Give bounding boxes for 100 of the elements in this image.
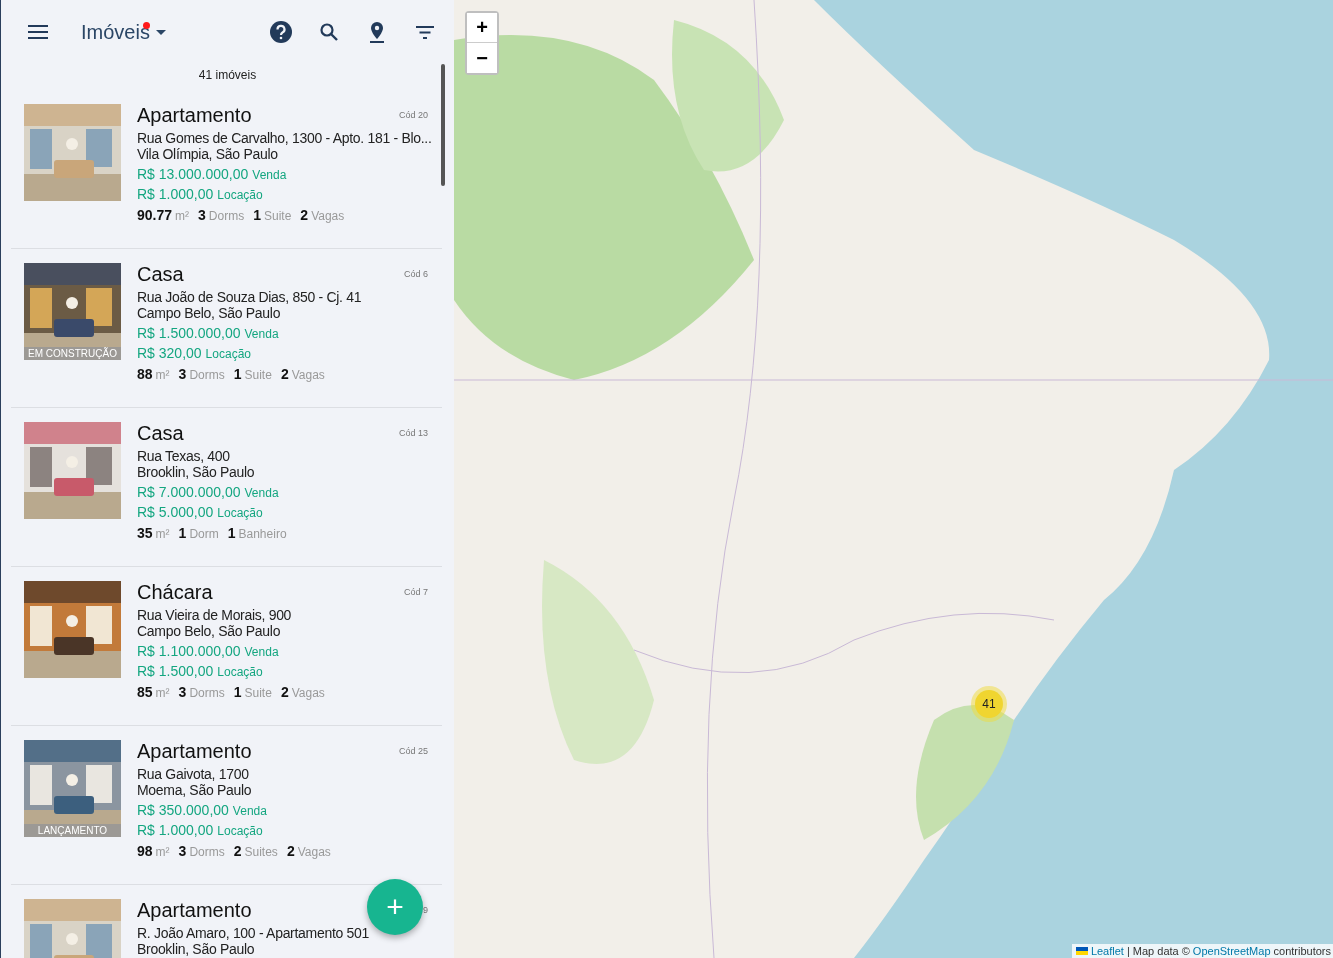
stat-value: 1	[233, 684, 242, 700]
price-label: Venda	[252, 168, 287, 182]
neighborhood-text: Campo Belo, São Paulo	[137, 305, 282, 321]
price-value: R$ 1.000,00	[137, 186, 214, 202]
stat-value: 98	[137, 843, 153, 859]
stat-unit: m²	[175, 209, 190, 223]
stat-value: 1	[178, 525, 187, 541]
property-type: Apartamento	[137, 740, 252, 762]
property-code: Cód 20	[398, 110, 428, 120]
title-dropdown[interactable]: Imóveis	[81, 20, 166, 44]
price-label: Venda	[244, 327, 279, 341]
flag-icon	[1075, 947, 1088, 955]
price-label: Locação	[217, 824, 263, 838]
status-label: EM CONSTRUÇÃO	[24, 347, 121, 360]
stat-unit: Suite	[264, 209, 292, 223]
stat-value: 3	[178, 366, 187, 382]
property-code: 9	[423, 905, 428, 915]
price-label: Venda	[244, 486, 279, 500]
stat-unit: m²	[155, 845, 170, 859]
menu-icon	[28, 25, 48, 39]
stat-unit: Vagas	[291, 686, 325, 700]
address-text: Rua Gaivota, 1700	[137, 766, 250, 782]
stat-value: 1	[233, 366, 242, 382]
address-text: R. João Amaro, 100 - Apartamento 501	[137, 925, 370, 941]
stat-unit: Dorms	[189, 845, 225, 859]
price-value: R$ 1.000,00	[137, 822, 214, 838]
stat-unit: Dorm	[189, 527, 219, 541]
address-text: Rua Texas, 400	[137, 448, 231, 464]
zoom-in-button[interactable]: +	[467, 13, 497, 43]
caret-icon	[155, 29, 166, 35]
price-label: Locação	[217, 506, 263, 520]
address-text: Rua Vieira de Morais, 900	[137, 607, 293, 623]
neighborhood-text: Brooklin, São Paulo	[137, 464, 256, 480]
price-label: Locação	[205, 347, 251, 361]
property-type: Casa	[137, 263, 184, 285]
property-type: Casa	[137, 422, 184, 444]
stat-value: 3	[198, 207, 206, 223]
price-value: R$ 1.100.000,00	[137, 643, 241, 659]
stat-value: 2	[300, 207, 309, 223]
scrollbar-thumb[interactable]	[441, 64, 445, 186]
price-value: R$ 13.000.000,00	[137, 166, 249, 182]
listing-card[interactable]: EM CONSTRUÇÃO Casa Cód 6 Rua João de Souza Dias, 850 - Cj. 41 Campo Belo, São Paulo R$ 1.500.000,00 Venda R$ 320,00 Locação 88 m² 3 Dorms 1 Suite 2 Vagas	[11, 249, 442, 408]
price-label: Locação	[217, 665, 263, 679]
stat-unit: m²	[155, 368, 170, 382]
map-pin-icon	[369, 21, 385, 43]
attribution-text: contributors	[1273, 945, 1331, 957]
neighborhood-text: Brooklin, São Paulo	[137, 941, 256, 957]
stat-unit: Vagas	[291, 368, 325, 382]
property-type: Apartamento	[137, 104, 252, 126]
stat-value: 2	[286, 843, 295, 859]
stat-unit: m²	[155, 686, 170, 700]
stat-unit: Suites	[244, 845, 278, 859]
price-label: Venda	[232, 804, 267, 818]
stat-value: 90.77	[137, 207, 173, 223]
listing-card[interactable]: Apartamento Cód 20 Rua Gomes de Carvalho, 1300 - Apto. 181 - Blo... Vila Olímpia, São Paulo R$ 13.000.000,00 Venda R$ 1.000,00 Locação 90.77 m² 3 Dorms 1 Suite 2 Vagas	[11, 90, 442, 249]
stat-value: 1	[227, 525, 236, 541]
stat-value: 3	[178, 684, 187, 700]
stat-unit: m²	[155, 527, 170, 541]
price-label: Locação	[217, 188, 263, 202]
stat-unit: Dorms	[189, 368, 225, 382]
stat-value: 85	[137, 684, 153, 700]
property-code: Cód 7	[403, 587, 428, 597]
stat-value: 88	[137, 366, 153, 382]
result-count: 41 imóveis	[197, 67, 258, 84]
search-icon	[320, 23, 338, 41]
neighborhood-text: Vila Olímpia, São Paulo	[137, 146, 279, 162]
help-button[interactable]	[268, 19, 294, 45]
leaflet-link[interactable]: Leaflet	[1090, 945, 1124, 957]
status-label: LANÇAMENTO	[24, 824, 121, 837]
stat-value: 35	[137, 525, 153, 541]
stat-value: 2	[280, 684, 289, 700]
price-value: R$ 7.000.000,00	[137, 484, 241, 500]
stat-unit: Vagas	[311, 209, 345, 223]
price-value: R$ 1.500.000,00	[137, 325, 241, 341]
attribution-text: | Map data ©	[1126, 945, 1190, 957]
property-code: Cód 25	[398, 746, 428, 756]
stat-unit: Dorms	[208, 209, 245, 223]
help-icon	[270, 21, 292, 43]
stat-value: 2	[233, 843, 242, 859]
listing-card[interactable]: Chácara Cód 7 Rua Vieira de Morais, 900 Campo Belo, São Paulo R$ 1.100.000,00 Venda R$ 1.500,00 Locação 85 m² 3 Dorms 1 Suite 2 Vagas	[11, 567, 442, 726]
openstreetmap-link[interactable]: OpenStreetMap	[1192, 945, 1271, 957]
stat-unit: Suite	[244, 368, 272, 382]
price-label: Venda	[244, 645, 279, 659]
neighborhood-text: Moema, São Paulo	[137, 782, 253, 798]
price-value: R$ 1.500,00	[137, 663, 214, 679]
neighborhood-text: Campo Belo, São Paulo	[137, 623, 282, 639]
stat-unit: Dorms	[189, 686, 225, 700]
filter-icon	[416, 25, 434, 39]
stat-value: 1	[253, 207, 261, 223]
stat-unit: Vagas	[297, 845, 331, 859]
stat-value: 3	[178, 843, 187, 859]
stat-unit: Banheiro	[238, 527, 287, 541]
property-type: Apartamento	[137, 899, 252, 921]
price-value: R$ 350.000,00	[137, 802, 229, 818]
listing-card[interactable]: Casa Cód 13 Rua Texas, 400 Brooklin, São Paulo R$ 7.000.000,00 Venda R$ 5.000,00 Locação 35 m² 1 Dorm 1 Banheiro	[11, 408, 442, 567]
stat-value: 2	[280, 366, 289, 382]
listing-card[interactable]: LANÇAMENTO Apartamento Cód 25 Rua Gaivota, 1700 Moema, São Paulo R$ 350.000,00 Venda R$ 1.000,00 Locação 98 m² 3 Dorms 2 Suites 2 Vagas	[11, 726, 442, 885]
price-value: R$ 320,00	[137, 345, 202, 361]
property-code: Cód 13	[398, 428, 428, 438]
property-code: Cód 6	[403, 269, 428, 279]
